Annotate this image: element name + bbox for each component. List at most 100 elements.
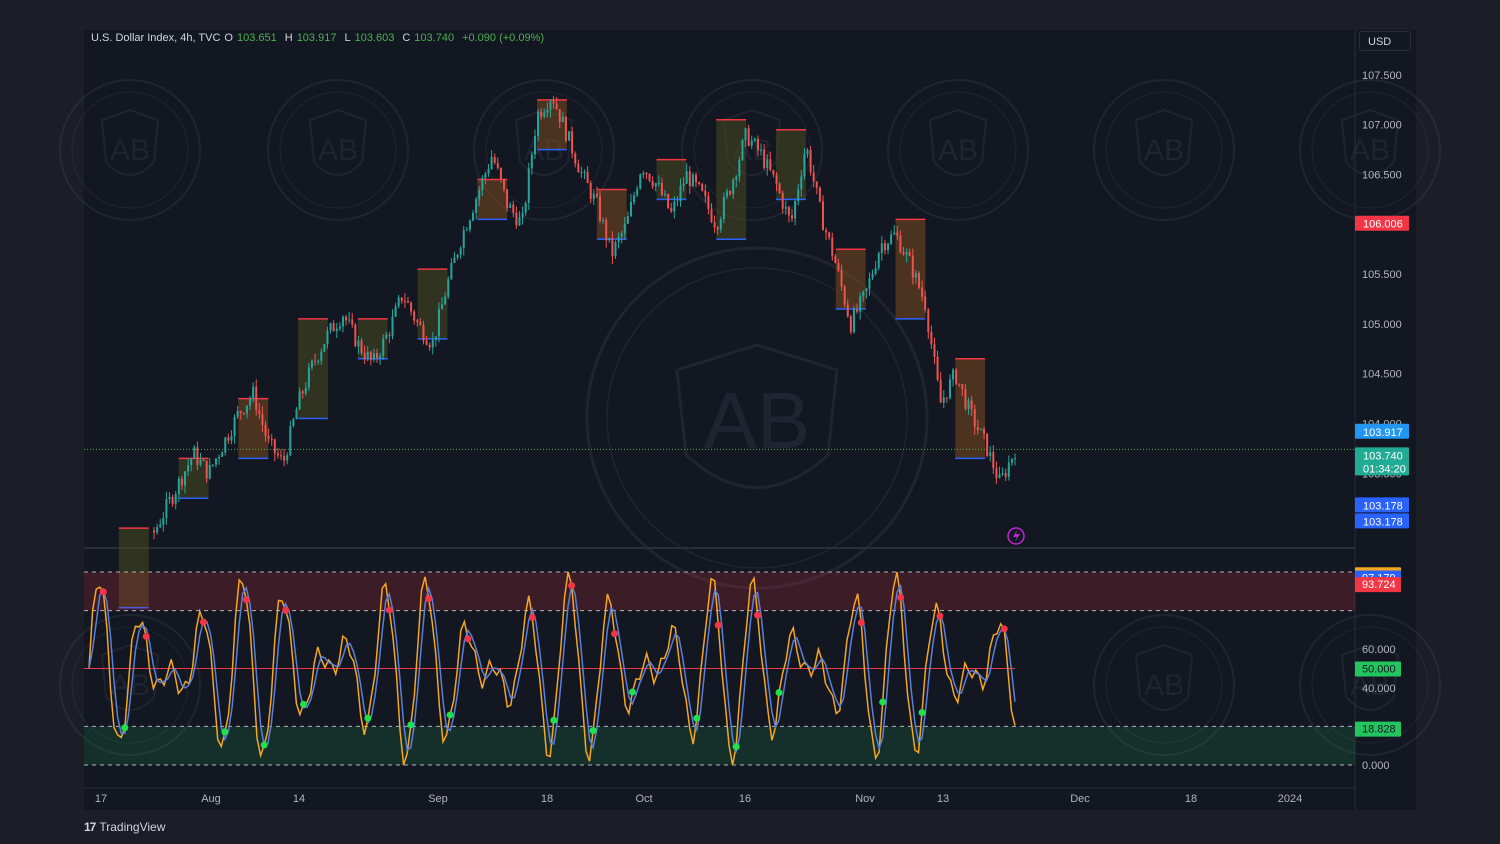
price-candles: [153, 95, 1016, 540]
candle-body: [1010, 458, 1013, 463]
time-tick-label: 13: [937, 793, 949, 805]
candle-body: [568, 131, 571, 141]
candle-body: [168, 497, 171, 500]
sell-signal-dot: [936, 612, 944, 620]
candle-body: [298, 391, 301, 410]
candle-body: [431, 339, 434, 348]
sell-signal-dot: [568, 582, 576, 590]
candle-body: [236, 411, 239, 417]
candle-body: [642, 172, 645, 175]
candle-body: [821, 201, 824, 231]
buy-signal-dot: [775, 689, 783, 697]
candle-body: [335, 328, 338, 332]
candle-body: [629, 201, 632, 217]
candle-body: [444, 296, 447, 305]
candle-body: [245, 405, 248, 414]
candle-body: [772, 169, 775, 175]
candle-body: [778, 184, 781, 193]
app-frame: AB AB AB AB AB AB AB AB AB AB AB 107.500 107.000 106…: [0, 0, 1500, 844]
sell-signal-dot: [857, 619, 865, 627]
price-tag: 103.178: [1355, 497, 1409, 513]
candle-body: [1014, 458, 1016, 460]
chart-svg[interactable]: AB AB AB AB AB AB ABAB AB ABAB 107.500107.000106…: [0, 0, 1500, 844]
candle-body: [887, 243, 890, 251]
candle-body: [310, 360, 313, 368]
candle-body: [890, 234, 893, 244]
candle-body: [729, 191, 732, 195]
candle-body: [970, 400, 973, 410]
candle-body: [239, 411, 242, 413]
symbol-title[interactable]: U.S. Dollar Index, 4h, TVC: [91, 32, 220, 44]
candle-body: [586, 171, 589, 184]
candle-body: [921, 287, 924, 297]
candle-body: [933, 344, 936, 357]
candle-body: [540, 111, 543, 117]
candle-body: [249, 399, 252, 406]
candle-body: [208, 464, 211, 479]
candle-body: [292, 419, 295, 426]
candle-body: [781, 192, 784, 209]
tradingview-logo[interactable]: 17 TradingView: [84, 820, 165, 834]
candle-body: [998, 474, 1001, 478]
candle-body: [363, 352, 366, 359]
candle-body: [184, 471, 187, 486]
candle-body: [843, 286, 846, 305]
symbol-header[interactable]: U.S. Dollar Index, 4h, TVC O 103.651 H 103.9…: [91, 32, 548, 44]
sell-signal-dot: [385, 606, 393, 614]
sell-signal-dot: [1000, 625, 1008, 633]
svg-text:50.000: 50.000: [1362, 664, 1396, 676]
candle-body: [341, 316, 344, 327]
candle-body: [307, 367, 310, 388]
sell-signal-dot: [142, 632, 150, 640]
time-tick-label: Nov: [855, 793, 875, 805]
candle-body: [707, 196, 710, 210]
candle-body: [651, 180, 654, 187]
zone-box: [298, 318, 328, 419]
candle-body: [484, 173, 487, 179]
candle-body: [413, 311, 416, 321]
candle-body: [437, 309, 440, 337]
candle-body: [732, 179, 735, 195]
candle-body: [218, 456, 221, 459]
candle-body: [800, 176, 803, 190]
sell-signal-dot: [464, 635, 472, 643]
price-axis[interactable]: 107.500 107.000 106.500 105.500 105.000 104.5…: [1355, 70, 1409, 772]
svg-text:AB: AB: [1350, 134, 1390, 167]
svg-text:103.178: 103.178: [1363, 500, 1403, 512]
candle-body: [865, 288, 868, 292]
alert-icon[interactable]: [1007, 527, 1025, 545]
currency-button[interactable]: USD: [1359, 31, 1411, 51]
candle-body: [657, 182, 660, 184]
candle-body: [372, 353, 375, 360]
candle-body: [267, 435, 270, 439]
candle-body: [818, 187, 821, 202]
candle-body: [760, 149, 763, 151]
candle-body: [202, 459, 205, 461]
candle-body: [329, 323, 332, 331]
oscillator-level-tag: 18.828: [1355, 721, 1401, 737]
candle-body: [905, 252, 908, 255]
time-axis[interactable]: 17 Aug 14 Sep 18 Oct 16 Nov 13 Dec 18 2024: [95, 793, 1302, 805]
candle-body: [763, 149, 766, 168]
candle-body: [571, 131, 574, 154]
candle-body: [475, 199, 478, 213]
watermark-badge: AB: [1299, 79, 1441, 221]
candle-body: [914, 272, 917, 278]
candle-body: [416, 320, 419, 323]
candle-body: [713, 221, 716, 228]
svg-text:103.740: 103.740: [1363, 450, 1403, 462]
zone-box: [835, 249, 866, 309]
candle-body: [221, 452, 224, 457]
candle-body: [261, 413, 264, 425]
candle-body: [264, 424, 267, 436]
sell-signal-dot: [611, 630, 619, 638]
candle-body: [955, 369, 958, 384]
candle-body: [564, 117, 567, 141]
candle-body: [428, 344, 431, 348]
time-tick-label: Oct: [635, 793, 652, 805]
time-tick-label: 18: [1185, 793, 1197, 805]
candle-body: [589, 183, 592, 199]
candle-body: [964, 389, 967, 410]
candle-body: [533, 136, 536, 155]
candle-body: [502, 179, 505, 190]
